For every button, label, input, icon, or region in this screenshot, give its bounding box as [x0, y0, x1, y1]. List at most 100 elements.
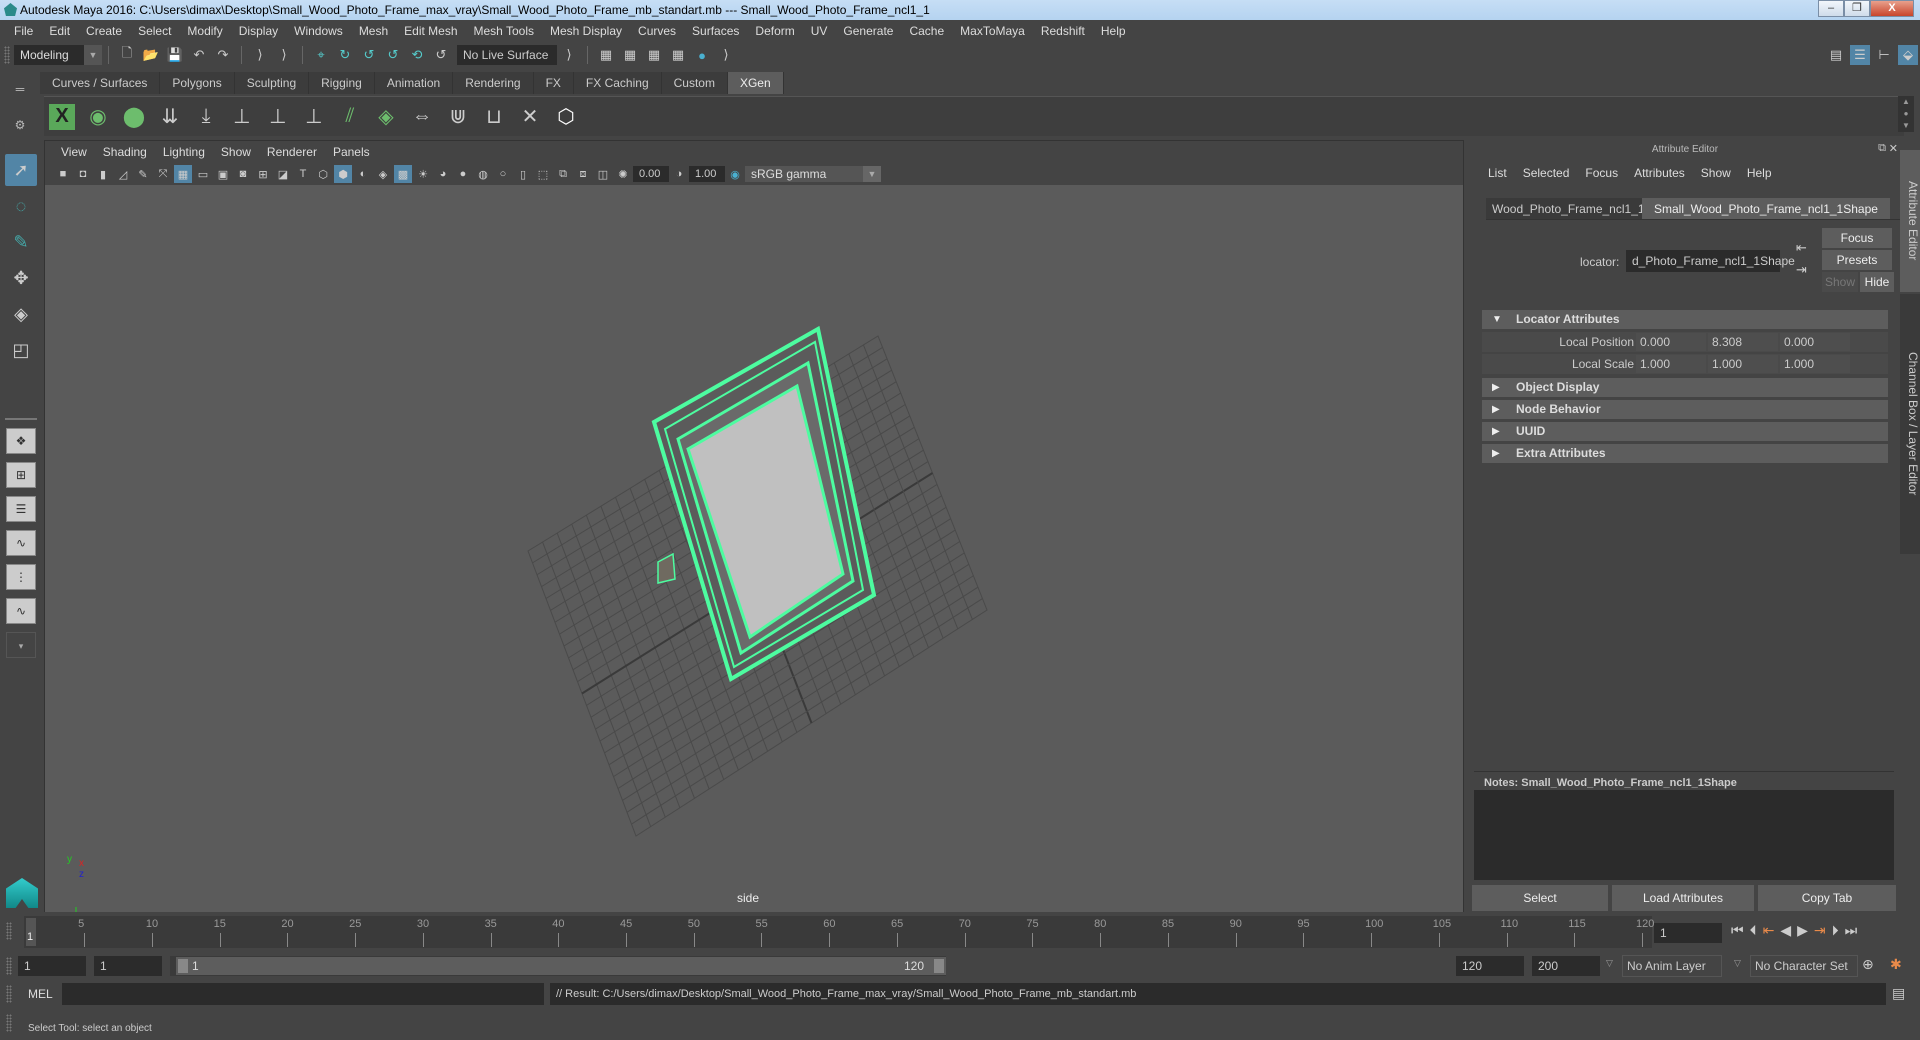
shelf-scrollbar[interactable]: ▲ ● ▼ [1898, 96, 1914, 132]
scale-tool-icon[interactable]: ◰ [5, 334, 37, 366]
image-plane-icon[interactable]: ◿ [114, 165, 132, 183]
playback-start-field[interactable]: 1 [94, 956, 162, 976]
shelf-tab-curves-surfaces[interactable]: Curves / Surfaces [40, 72, 161, 94]
move-tool-icon[interactable]: ✥ [5, 262, 37, 294]
playback-end-field[interactable]: 120 [1456, 956, 1524, 976]
menu-create[interactable]: Create [78, 24, 130, 38]
menu-display[interactable]: Display [231, 24, 286, 38]
local-position-y-field[interactable]: 8.308 [1708, 333, 1778, 351]
xray-joints-icon[interactable]: ⧈ [574, 165, 592, 183]
range-slider-bar-fill[interactable] [176, 957, 946, 975]
focus-button[interactable]: Focus [1822, 228, 1892, 248]
xgen-editor-icon[interactable]: X [46, 101, 78, 133]
use-all-lights-icon[interactable]: ☀ [414, 165, 432, 183]
menu-curves[interactable]: Curves [630, 24, 684, 38]
snap-grid-icon[interactable]: ⌖ [311, 45, 331, 65]
local-scale-z-field[interactable]: 1.000 [1780, 355, 1850, 373]
grease-pencil-icon[interactable]: ✎ [134, 165, 152, 183]
panel-menu-shading[interactable]: Shading [95, 145, 155, 159]
character-set-chevron-icon[interactable]: ▽ [1734, 958, 1741, 969]
camera-attributes-icon[interactable]: ◘ [74, 165, 92, 183]
menu-uv[interactable]: UV [803, 24, 836, 38]
animation-end-field[interactable]: 200 [1532, 956, 1600, 976]
xray-components-icon[interactable]: ◫ [594, 165, 612, 183]
panel-menu-view[interactable]: View [53, 145, 95, 159]
delete-guides-icon[interactable]: ✕ [514, 101, 546, 133]
notes-textarea[interactable] [1474, 790, 1894, 880]
local-position-z-field[interactable]: 0.000 [1780, 333, 1850, 351]
shelf-tab-sculpting[interactable]: Sculpting [234, 72, 310, 94]
menu-modify[interactable]: Modify [179, 24, 230, 38]
script-editor-icon[interactable]: ▤ [1892, 985, 1905, 1002]
flip-guides-icon[interactable]: ⇔ [406, 101, 438, 133]
section-uuid[interactable]: ▶ UUID [1482, 422, 1888, 441]
four-view-layout-icon[interactable]: ⊞ [6, 462, 36, 488]
default-material-icon[interactable]: ◐ [354, 165, 372, 183]
go-to-end-icon[interactable]: ⏭ [1845, 922, 1858, 939]
persp-graph-layout-icon[interactable]: ∿ [6, 530, 36, 556]
layout-options-icon[interactable]: ▾ [6, 632, 36, 658]
3d-viewport[interactable]: y x z side [45, 185, 1463, 933]
section-node-behavior[interactable]: ▶ Node Behavior [1482, 400, 1888, 419]
range-end-handle[interactable] [934, 959, 944, 973]
auto-key-icon[interactable]: ⊕ [1862, 956, 1874, 973]
collapse-icon[interactable]: ⟩ [250, 45, 270, 65]
shelf-tab-animation[interactable]: Animation [374, 72, 454, 94]
shelf-tab-rigging[interactable]: Rigging [309, 72, 375, 94]
menu-cache[interactable]: Cache [901, 24, 952, 38]
rotate-tool-icon[interactable]: ◈ [5, 298, 37, 330]
ipr-render-icon[interactable]: ▦ [644, 45, 664, 65]
collapse-icon[interactable]: ⟩ [716, 45, 736, 65]
select-tool-icon[interactable]: ➚ [5, 154, 37, 186]
rebuild-guides-icon[interactable]: ◈ [370, 101, 402, 133]
shelf-tab-xgen[interactable]: XGen [727, 72, 784, 94]
menu-maxtomaya[interactable]: MaxToMaya [952, 24, 1033, 38]
tool-settings-icon[interactable]: ⊢ [1874, 45, 1894, 65]
shelf-tab-rendering[interactable]: Rendering [453, 72, 534, 94]
menu-mesh-display[interactable]: Mesh Display [542, 24, 630, 38]
current-frame-field[interactable]: 1 [1654, 923, 1722, 943]
menu-mesh[interactable]: Mesh [351, 24, 396, 38]
load-output-icon[interactable]: ⇥ [1796, 262, 1807, 278]
modeling-toolkit-icon[interactable]: ▤ [1826, 45, 1846, 65]
paint-select-tool-icon[interactable]: ✎ [5, 226, 37, 258]
textured-icon[interactable]: ▩ [394, 165, 412, 183]
xgen-preview-icon[interactable]: ◉ [82, 101, 114, 133]
show-button[interactable]: Show [1822, 272, 1858, 292]
menu-edit-mesh[interactable]: Edit Mesh [396, 24, 465, 38]
menu-help[interactable]: Help [1093, 24, 1134, 38]
collapse-icon[interactable]: ⟩ [274, 45, 294, 65]
collapse-icon[interactable]: ⟩ [559, 45, 579, 65]
attribute-editor-toggle-icon[interactable]: ☰ [1850, 45, 1870, 65]
xray-icon[interactable]: ⧉ [554, 165, 572, 183]
step-forward-frame-icon[interactable]: ⏵ [1832, 922, 1839, 939]
anim-layer-chevron-icon[interactable]: ▽ [1606, 958, 1613, 969]
command-input[interactable] [62, 983, 544, 1005]
float-panel-icon[interactable]: ⧉ [1878, 142, 1886, 155]
snap-curve-icon[interactable]: ↻ [335, 45, 355, 65]
bookmark-icon[interactable]: ▮ [94, 165, 112, 183]
shelf-tab-fx[interactable]: FX [533, 72, 574, 94]
menu-edit[interactable]: Edit [41, 24, 78, 38]
panel-menu-renderer[interactable]: Renderer [259, 145, 325, 159]
anim-layer-dropdown[interactable]: No Anim Layer [1622, 955, 1722, 977]
menu-set-dropdown[interactable]: Modeling ▼ [14, 45, 102, 65]
menu-redshift[interactable]: Redshift [1033, 24, 1093, 38]
xgen-interactive-grooming-icon[interactable]: ⬡ [550, 101, 582, 133]
panel-menu-panels[interactable]: Panels [325, 145, 378, 159]
select-camera-icon[interactable]: ■ [54, 165, 72, 183]
local-scale-x-field[interactable]: 1.000 [1636, 355, 1706, 373]
shelf-tab-fx-caching[interactable]: FX Caching [573, 72, 662, 94]
lasso-tool-icon[interactable]: ◌ [5, 190, 37, 222]
2d-pan-zoom-icon[interactable]: ⤧ [154, 165, 172, 183]
save-scene-icon[interactable]: 💾 [165, 45, 185, 65]
ae-menu-attributes[interactable]: Attributes [1626, 166, 1693, 180]
add-guide-icon[interactable]: ⊥ [226, 101, 258, 133]
depth-of-field-icon[interactable]: ▯ [514, 165, 532, 183]
menu-generate[interactable]: Generate [835, 24, 901, 38]
smooth-shade-icon[interactable]: ⬢ [334, 165, 352, 183]
grip-handle[interactable] [6, 922, 12, 940]
load-input-icon[interactable]: ⇤ [1796, 240, 1807, 256]
exposure-field[interactable]: 0.00 [633, 166, 669, 182]
lock-guide-icon[interactable]: ⊥ [298, 101, 330, 133]
